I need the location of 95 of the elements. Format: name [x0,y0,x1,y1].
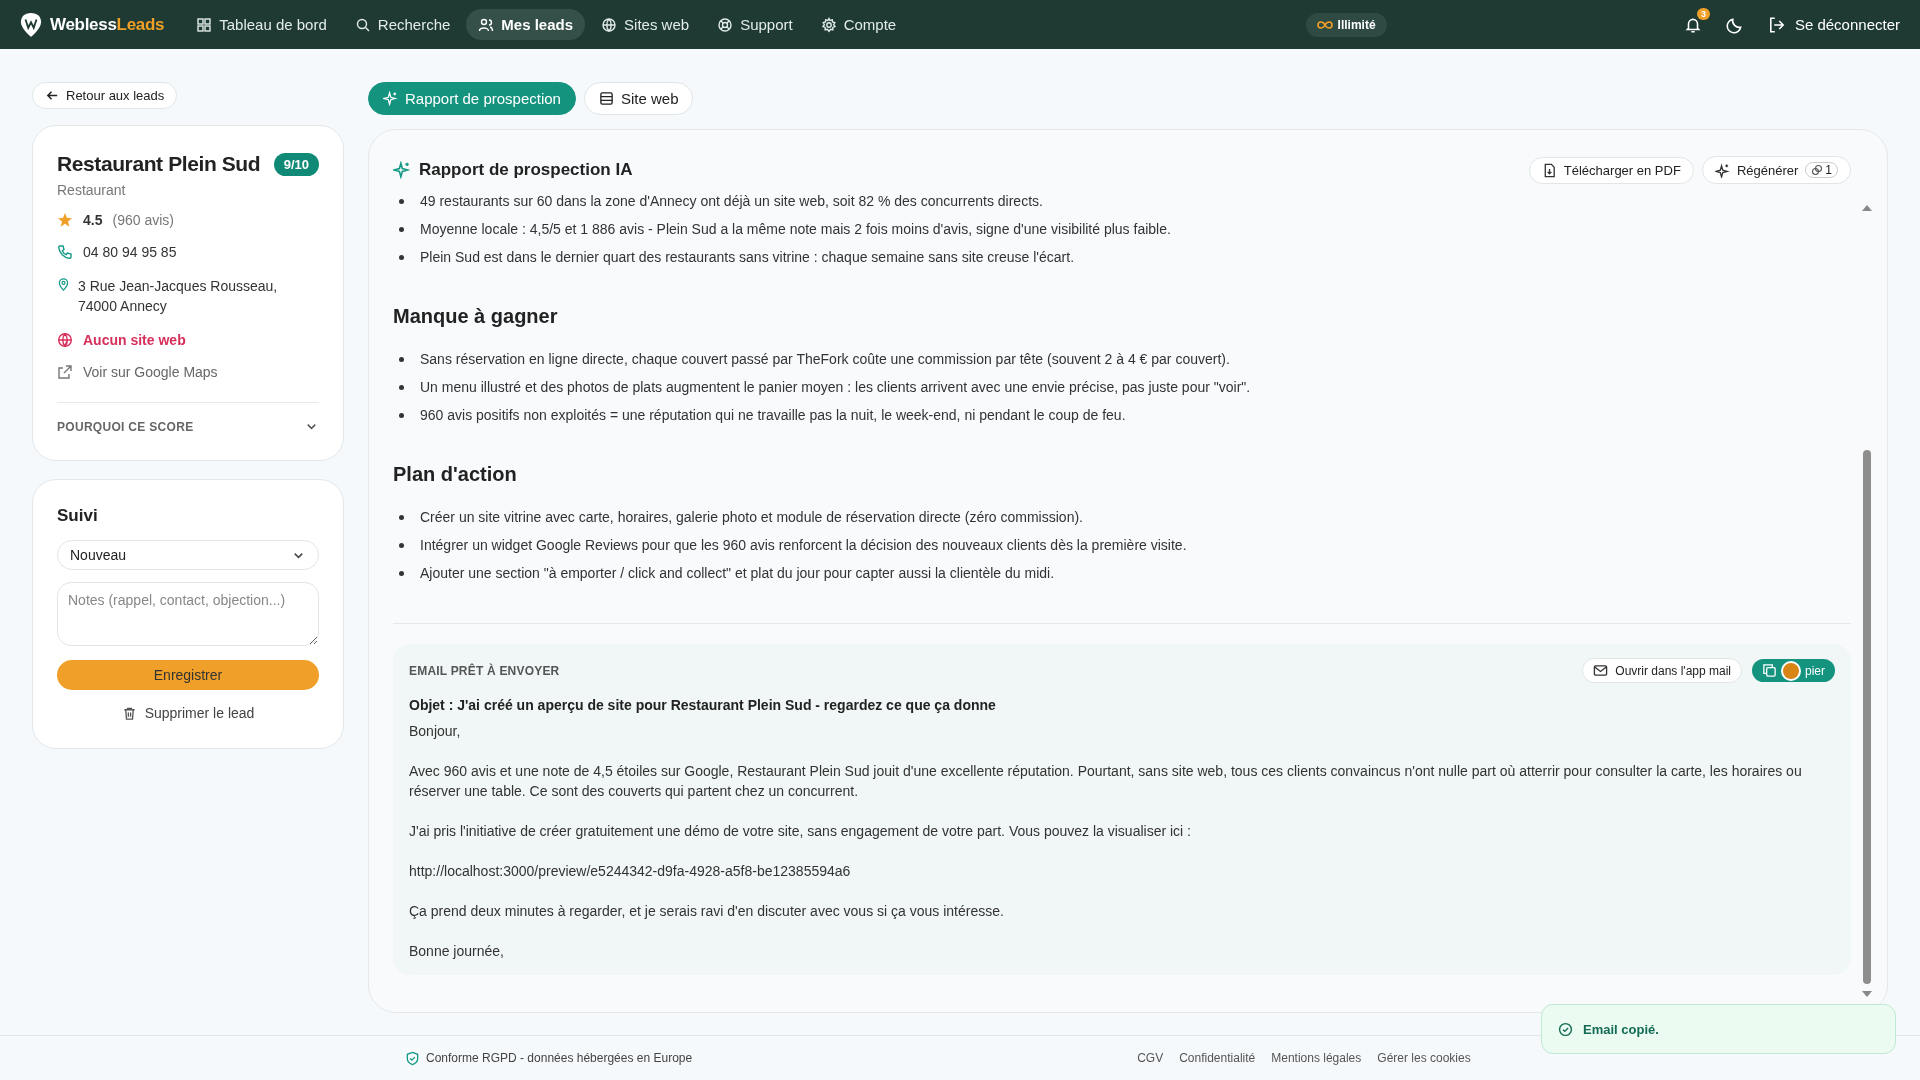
plan-badge: Illimité [1305,12,1387,37]
lead-name: Restaurant Plein Sud [57,152,261,176]
logout-link[interactable]: Se déconnecter [1767,15,1900,34]
bullet-icon [399,255,404,260]
check-circle-icon [1558,1021,1573,1037]
email-subject: Objet : J'ai créé un aperçu de site pour Restaurant Plein Sud - regardez ce que ça donne [409,697,997,713]
compliance-note: Conforme RGPD - données hébergées en Europe [426,1051,693,1065]
nav-link[interactable]: Sites web [589,9,702,40]
bullet-point: Un menu illustré et des photos de plats augmentent le panier moyen : les clients arrivent avec une envie précise, pas juste pour "voir". [420,378,1251,397]
lead-category: Restaurant [57,182,127,198]
tab[interactable]: Site web [583,82,694,115]
footer-link[interactable]: Gérer les cookies [1377,1051,1471,1065]
email-paragraph: Ça prend deux minutes à regarder, et je serais ravi d'en discuter avec vous si ça vous intéresse. [409,902,1005,921]
brand-name: WeblessLeads [50,14,165,35]
logout-icon [1767,15,1786,34]
moon-icon[interactable] [1725,15,1744,34]
email-label: EMAIL PRÊT À ENVOYER [409,663,560,678]
bullet-icon [399,357,404,362]
address: 3 Rue Jean-Jacques Rousseau, 74000 Annecy [78,277,278,316]
email-paragraph: Bonne journée, [409,942,505,961]
bullet-icon [399,413,404,418]
scroll-down-icon[interactable] [1862,991,1872,997]
star-icon [57,212,73,228]
sparkle-icon [1714,162,1730,178]
cursor-icon [1781,660,1801,681]
grid-icon [196,16,213,33]
report-title: Rapport de prospection IA [419,160,633,180]
bullet-point: 49 restaurants sur 60 dans la zone d'Annecy ont déjà un site web, soit 82 % des concurrents directs. [420,192,1043,211]
back-button[interactable]: Retour aux leads [32,82,178,109]
footer-link[interactable]: CGV [1137,1051,1164,1065]
email-paragraph: http://localhost:3000/preview/e5244342-d9fa-4928-a5f8-be12385594a6 [409,862,852,881]
location-pin-icon [57,278,70,291]
bullet-point: 960 avis positifs non exploités = une réputation qui ne travaille pas la nuit, le week-end, ni pendant le coup de feu. [420,406,1126,425]
notification-count: 3 [1696,7,1710,20]
score-badge: 9/10 [273,152,319,176]
review-count: (960 avis) [112,212,174,228]
phone-icon [57,244,73,260]
bullet-point: Créer un site vitrine avec carte, horaires, galerie photo et module de réservation directe (zéro commission). [420,508,1083,527]
nav-link[interactable]: Support [705,9,805,40]
google-maps-link[interactable]: Voir sur Google Maps [57,364,319,380]
regenerate-button[interactable]: Régénérer 1 [1701,156,1851,184]
infinity-icon [1316,19,1333,30]
globe-icon [601,16,618,33]
mail-icon [1593,663,1609,678]
phone-number: 04 80 94 95 85 [83,244,177,260]
email-paragraph: Bonjour, [409,722,462,741]
bullet-icon [399,571,404,576]
section-heading: Manque à gagner [393,305,559,328]
logo-icon [20,11,42,38]
search-icon [354,16,371,33]
layout-icon [598,91,614,106]
bullet-point: Intégrer un widget Google Reviews pour que les 960 avis renforcent la décision des nouveaux clients dès la première visite. [420,536,1187,555]
footer-link[interactable]: Mentions légales [1271,1051,1362,1065]
tab[interactable]: Rapport de prospection [368,82,576,115]
sparkle-icon [393,161,411,179]
no-website-label: Aucun site web [83,332,186,348]
bullet-icon [399,515,404,520]
globe-icon [57,332,73,348]
open-mail-app-button[interactable]: Ouvrir dans l'app mail [1582,658,1742,683]
external-link-icon [57,364,73,380]
rating-value: 4.5 [83,212,103,228]
scrollbar-thumb[interactable] [1863,450,1871,984]
bullet-point: Moyenne locale : 4,5/5 et 1 886 avis - Plein Sud a la même note mais 2 fois moins d'avis, signe d'une visibilité plus faible. [420,220,1171,239]
coins-icon [1811,164,1824,176]
bullet-icon [399,543,404,548]
bullet-icon [399,199,404,204]
notes-field[interactable]: Notes (rappel, contact, objection...) [57,582,319,646]
nav-link[interactable]: Recherche [342,9,463,40]
score-explanation-toggle[interactable]: POURQUOI CE SCORE [57,402,319,434]
trash-icon [121,705,137,721]
download-pdf-button[interactable]: Télécharger en PDF [1528,156,1694,184]
shield-check-icon [405,1050,420,1066]
bullet-icon [399,227,404,232]
bullet-point: Sans réservation en ligne directe, chaque couvert passé par TheFork coûte une commission par tête (souvent 2 à 4 € par couvert). [420,350,1230,369]
email-paragraph: Avec 960 avis et une note de 4,5 étoiles sur Google, Restaurant Plein Sud jouit d'une excellente réputation. Pourtant, sans site web, tous ces clients convaincus n'ont nulle part où atterrir pour consulter la carte, les horaires ou réserver une table. Ce sont des couverts qui partent chez un concurrent. [409,762,1803,801]
settings-icon [820,16,837,33]
nav-link[interactable]: Mes leads [466,9,586,40]
footer-link[interactable]: Confidentialité [1179,1051,1256,1065]
delete-lead-button[interactable]: Supprimer le lead [115,704,261,722]
scroll-up-icon[interactable] [1862,205,1872,211]
section-heading: Plan d'action [393,463,518,486]
copy-icon [1762,663,1777,678]
email-paragraph: J'ai pris l'initiative de créer gratuitement une démo de votre site, sans engagement de votre part. Vous pouvez la visualiser ici : [409,822,1192,841]
sparkle-icon [383,91,398,106]
copy-button[interactable]: pier [1752,659,1835,682]
toast-notification: Email copié. [1541,1004,1896,1054]
save-button[interactable]: Enregistrer [57,660,319,690]
section-title: Suivi [57,506,99,526]
bullet-point: Plein Sud est dans le dernier quart des restaurants sans vitrine : chaque semaine sans site creuse l'écart. [420,248,1075,267]
bullet-icon [399,385,404,390]
bullet-point: Ajouter une section "à emporter / click and collect" et plat du jour pour capter aussi la clientèle du midi. [420,564,1055,583]
lifebuoy-icon [717,16,734,33]
users-icon [478,16,495,33]
nav-link[interactable]: Tableau de bord [184,9,339,40]
nav-link[interactable]: Compte [808,9,909,40]
